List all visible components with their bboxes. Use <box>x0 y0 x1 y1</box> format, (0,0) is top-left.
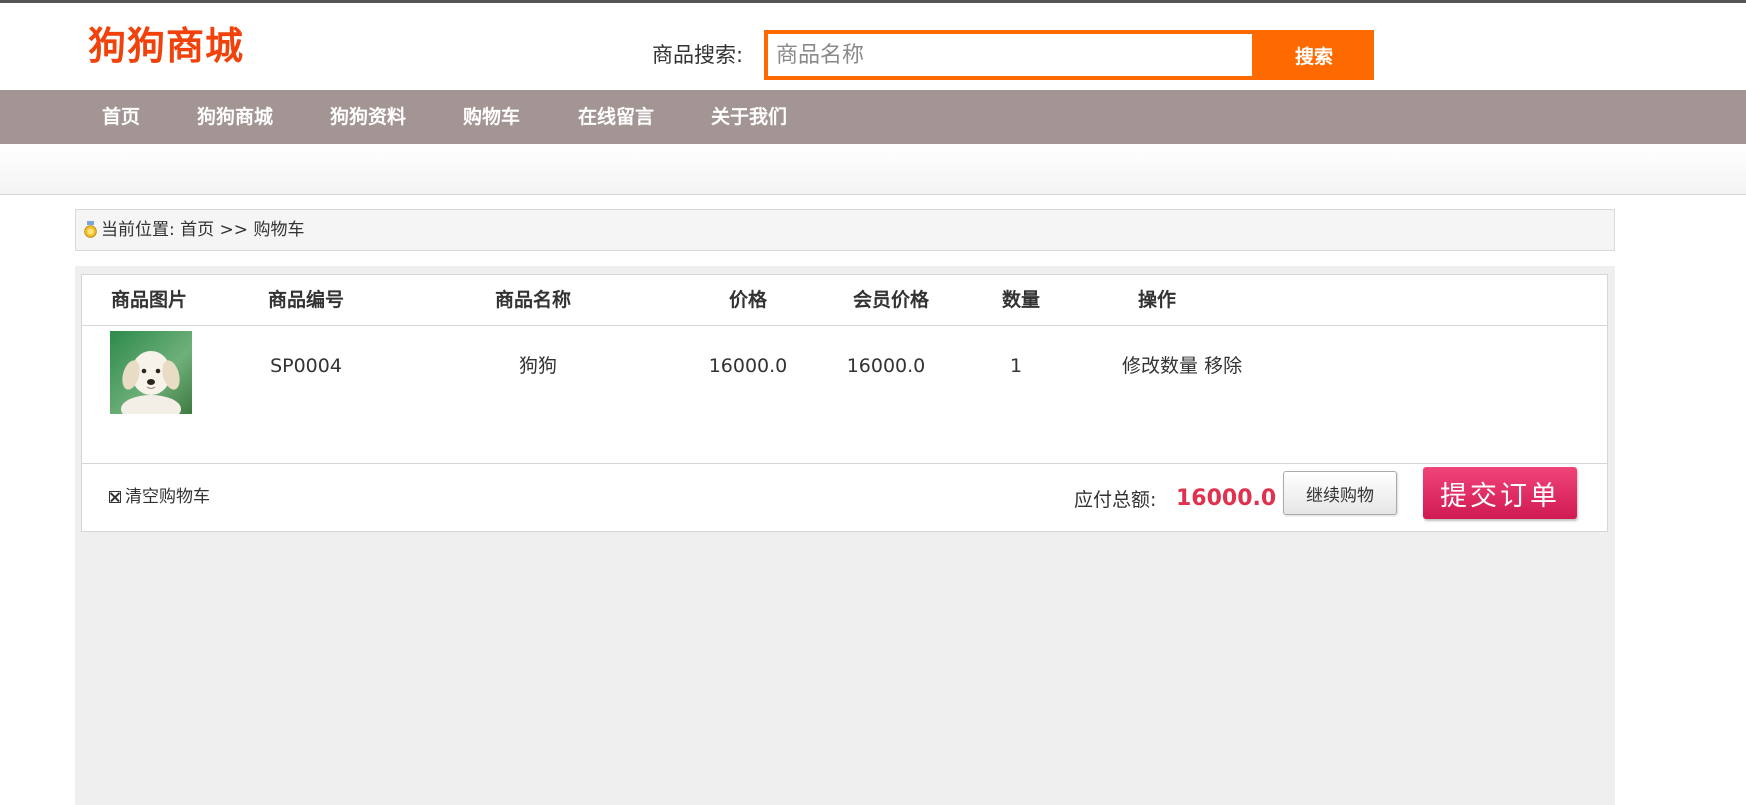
column-header-code: 商品编号 <box>267 289 344 311</box>
cart-panel: 商品图片 商品编号 商品名称 价格 会员价格 数量 操作 SP0004 狗狗 1… <box>75 266 1615 805</box>
breadcrumb-separator: >> <box>219 220 249 240</box>
clear-cart-label: 清空购物车 <box>125 487 210 507</box>
breadcrumb-current: 购物车 <box>253 220 305 240</box>
column-header-quantity: 数量 <box>1001 289 1040 311</box>
clear-icon <box>109 491 121 503</box>
search-input[interactable] <box>768 34 1252 76</box>
product-price: 16000.0 <box>708 355 788 377</box>
nav-item-message[interactable]: 在线留言 <box>578 90 654 144</box>
product-code: SP0004 <box>270 355 342 377</box>
column-header-price: 价格 <box>728 289 767 311</box>
search-label: 商品搜索: <box>652 43 744 67</box>
edit-quantity-link[interactable]: 修改数量 <box>1122 355 1198 377</box>
site-logo[interactable]: 狗狗商城 <box>88 20 244 72</box>
column-header-name: 商品名称 <box>494 289 571 311</box>
nav-item-home[interactable]: 首页 <box>102 90 140 144</box>
remove-link[interactable]: 移除 <box>1204 355 1242 377</box>
nav-item-about[interactable]: 关于我们 <box>711 90 787 144</box>
total-label: 应付总额: <box>1074 489 1157 511</box>
search-button[interactable]: 搜索 <box>1254 30 1374 80</box>
product-name[interactable]: 狗狗 <box>478 351 598 381</box>
cart-table: 商品图片 商品编号 商品名称 价格 会员价格 数量 操作 SP0004 狗狗 1… <box>81 274 1608 532</box>
main-nav: 首页 狗狗商城 狗狗资料 购物车 在线留言 关于我们 <box>0 90 1746 144</box>
row-actions: 修改数量 移除 <box>1122 351 1272 381</box>
header-divider <box>82 325 1607 326</box>
column-header-image: 商品图片 <box>110 289 187 311</box>
total-amount: 16000.0 <box>1176 486 1277 511</box>
search-bar: 搜索 <box>764 30 1374 80</box>
breadcrumb-home-link[interactable]: 首页 <box>180 220 214 240</box>
column-header-actions: 操作 <box>1137 289 1176 311</box>
product-quantity: 1 <box>1009 355 1023 377</box>
nav-item-cart[interactable]: 购物车 <box>463 90 520 144</box>
column-header-member-price: 会员价格 <box>852 289 929 311</box>
nav-item-dog-mall[interactable]: 狗狗商城 <box>197 90 273 144</box>
submit-order-button[interactable]: 提交订单 <box>1423 467 1577 519</box>
breadcrumb: 当前位置: 首页 >> 购物车 <box>75 209 1615 251</box>
nav-item-dog-info[interactable]: 狗狗资料 <box>330 90 406 144</box>
clear-cart-link[interactable]: 清空购物车 <box>109 485 210 509</box>
breadcrumb-prefix: 当前位置: <box>101 220 175 240</box>
sub-header-band <box>0 144 1746 195</box>
medal-icon <box>84 213 97 238</box>
row-divider <box>82 463 1607 464</box>
top-border-line <box>0 0 1746 3</box>
continue-shopping-button[interactable]: 继续购物 <box>1283 471 1397 515</box>
product-member-price: 16000.0 <box>846 355 926 377</box>
product-image[interactable] <box>110 331 192 414</box>
